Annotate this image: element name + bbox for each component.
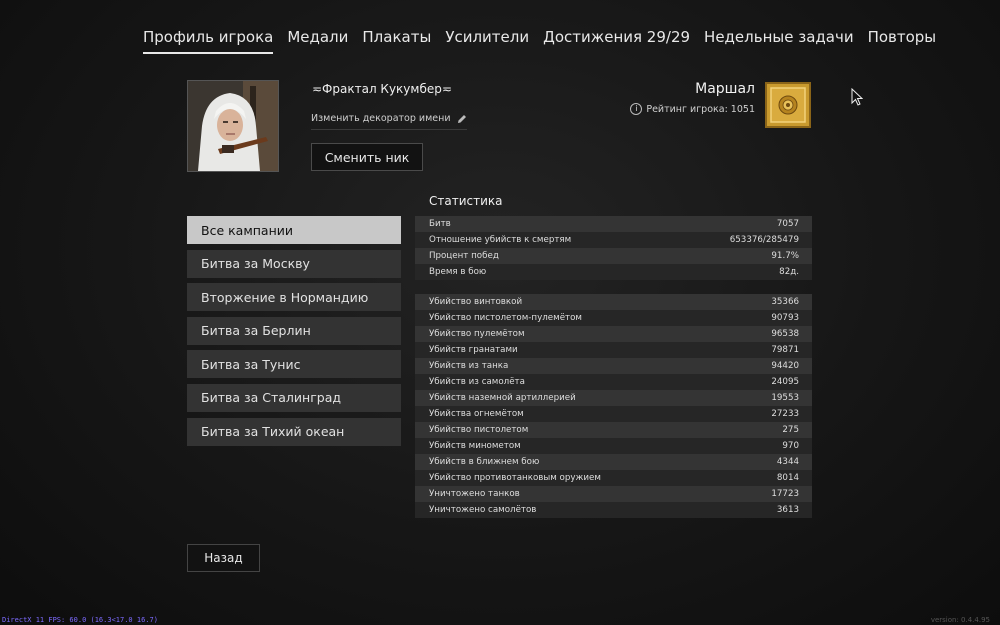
stats-row-label: Убийство пулемётом [429,329,525,339]
stats-row-value: 3613 [776,505,799,515]
stats-row-label: Уничтожено танков [429,489,520,499]
campaign-tunisia[interactable]: Битва за Тунис [187,350,401,379]
player-rating-label: Рейтинг игрока: 1051 [646,103,755,115]
pencil-icon [457,114,466,123]
marshal-star-icon [770,87,806,123]
rank-title: Маршал [695,81,755,97]
campaign-list: Все кампании Битва за Москву Вторжение в… [187,216,401,451]
stats-row-value: 19553 [771,393,799,403]
stats-row: Убийств из танка 94420 [415,358,812,374]
stats-row-label: Убийств из самолёта [429,377,525,387]
stats-row: Убийств минометом 970 [415,438,812,454]
decorator-link-label: Изменить декоратор имени [311,113,451,124]
stats-row-label: Убийство винтовкой [429,297,523,307]
stats-row-label: Убийство пистолетом-пулемётом [429,313,582,323]
rank-badge[interactable] [765,82,811,128]
mouse-cursor-icon [851,88,863,106]
stats-row-value: 91.7% [771,251,799,261]
stats-row-label: Убийств гранатами [429,345,518,355]
player-rating: i Рейтинг игрока: 1051 [630,103,755,115]
tab-medals[interactable]: Медали [287,26,348,54]
tab-posters[interactable]: Плакаты [362,26,431,54]
stats-row-label: Убийств наземной артиллерией [429,393,576,403]
change-nick-button[interactable]: Сменить ник [311,143,423,171]
stats-row-value: 8014 [776,473,799,483]
stats-row-label: Время в бою [429,267,487,277]
stats-row-value: 35366 [771,297,799,307]
change-name-decorator-link[interactable]: Изменить декоратор имени [311,113,467,130]
stats-row-label: Битв [429,219,451,229]
stats-row: Убийство пистолетом-пулемётом 90793 [415,310,812,326]
stats-row: Убийство противотанковым оружием 8014 [415,470,812,486]
tab-player-profile[interactable]: Профиль игрока [143,26,274,54]
campaign-all[interactable]: Все кампании [187,216,401,244]
stats-row-value: 79871 [771,345,799,355]
stats-row: Отношение убийств к смертям 653376/285479 [415,232,812,248]
stats-row-label: Убийство противотанковым оружием [429,473,601,483]
stats-row-value: 275 [782,425,799,435]
stats-row-value: 653376/285479 [729,235,799,245]
soldier-portrait-icon [188,81,278,171]
tab-achievements[interactable]: Достижения 29/29 [543,26,690,54]
stats-row: Убийств гранатами 79871 [415,342,812,358]
stats-kills-table: Убийство винтовкой 35366 Убийство пистоле… [415,294,812,518]
info-icon[interactable]: i [630,103,643,115]
stats-row-label: Убийств минометом [429,441,521,451]
stats-summary-table: Битв 7057 Отношение убийств к смертям 6533… [415,216,812,280]
stats-row: Убийства огнемётом 27233 [415,406,812,422]
stats-row-label: Процент побед [429,251,499,261]
stats-row: Убийств в ближнем бою 4344 [415,454,812,470]
stats-row-label: Убийств в ближнем бою [429,457,540,467]
back-button[interactable]: Назад [187,544,260,572]
stats-row-value: 4344 [776,457,799,467]
stats-row-value: 7057 [776,219,799,229]
tab-boosters[interactable]: Усилители [445,26,529,54]
player-nickname: ≂Фрактал Кукумбер≂ [312,82,452,96]
tab-replays[interactable]: Повторы [868,26,937,54]
campaign-normandy[interactable]: Вторжение в Нормандию [187,283,401,312]
stats-row: Убийство пулемётом 96538 [415,326,812,342]
stats-row-value: 970 [782,441,799,451]
stats-row-label: Уничтожено самолётов [429,505,537,515]
stats-row: Уничтожено самолётов 3613 [415,502,812,518]
stats-row-value: 90793 [771,313,799,323]
campaign-stalingrad[interactable]: Битва за Сталинград [187,383,401,412]
stats-row-value: 96538 [771,329,799,339]
stats-row: Убийств из самолёта 24095 [415,374,812,390]
campaign-pacific[interactable]: Битва за Тихий океан [187,417,401,446]
stats-row-value: 94420 [771,361,799,371]
stats-row-value: 24095 [771,377,799,387]
stats-row: Убийство винтовкой 35366 [415,294,812,310]
stats-row: Убийств наземной артиллерией 19553 [415,390,812,406]
stats-row-value: 27233 [771,409,799,419]
tab-weekly-tasks[interactable]: Недельные задачи [704,26,854,54]
stats-row: Убийство пистолетом 275 [415,422,812,438]
stats-row: Процент побед 91.7% [415,248,812,264]
stats-row: Уничтожено танков 17723 [415,486,812,502]
stats-row-label: Убийство пистолетом [429,425,529,435]
stats-row-label: Отношение убийств к смертям [429,235,572,245]
avatar[interactable] [187,80,279,172]
stats-row-label: Убийства огнемётом [429,409,524,419]
stats-title: Статистика [429,194,503,208]
stats-row-value: 17723 [771,489,799,499]
stats-row-value: 82д. [779,267,799,277]
stats-row: Время в бою 82д. [415,264,812,280]
campaign-moscow[interactable]: Битва за Москву [187,249,401,278]
version-label: version: 0.4.4.95 [930,616,990,624]
top-nav: Профиль игрока Медали Плакаты Усилители … [143,26,936,54]
fps-counter: DirectX 11 FPS: 60.0 (16.3<17.0 16.7) [2,616,158,624]
stats-row-label: Убийств из танка [429,361,509,371]
campaign-berlin[interactable]: Битва за Берлин [187,316,401,345]
stats-row: Битв 7057 [415,216,812,232]
